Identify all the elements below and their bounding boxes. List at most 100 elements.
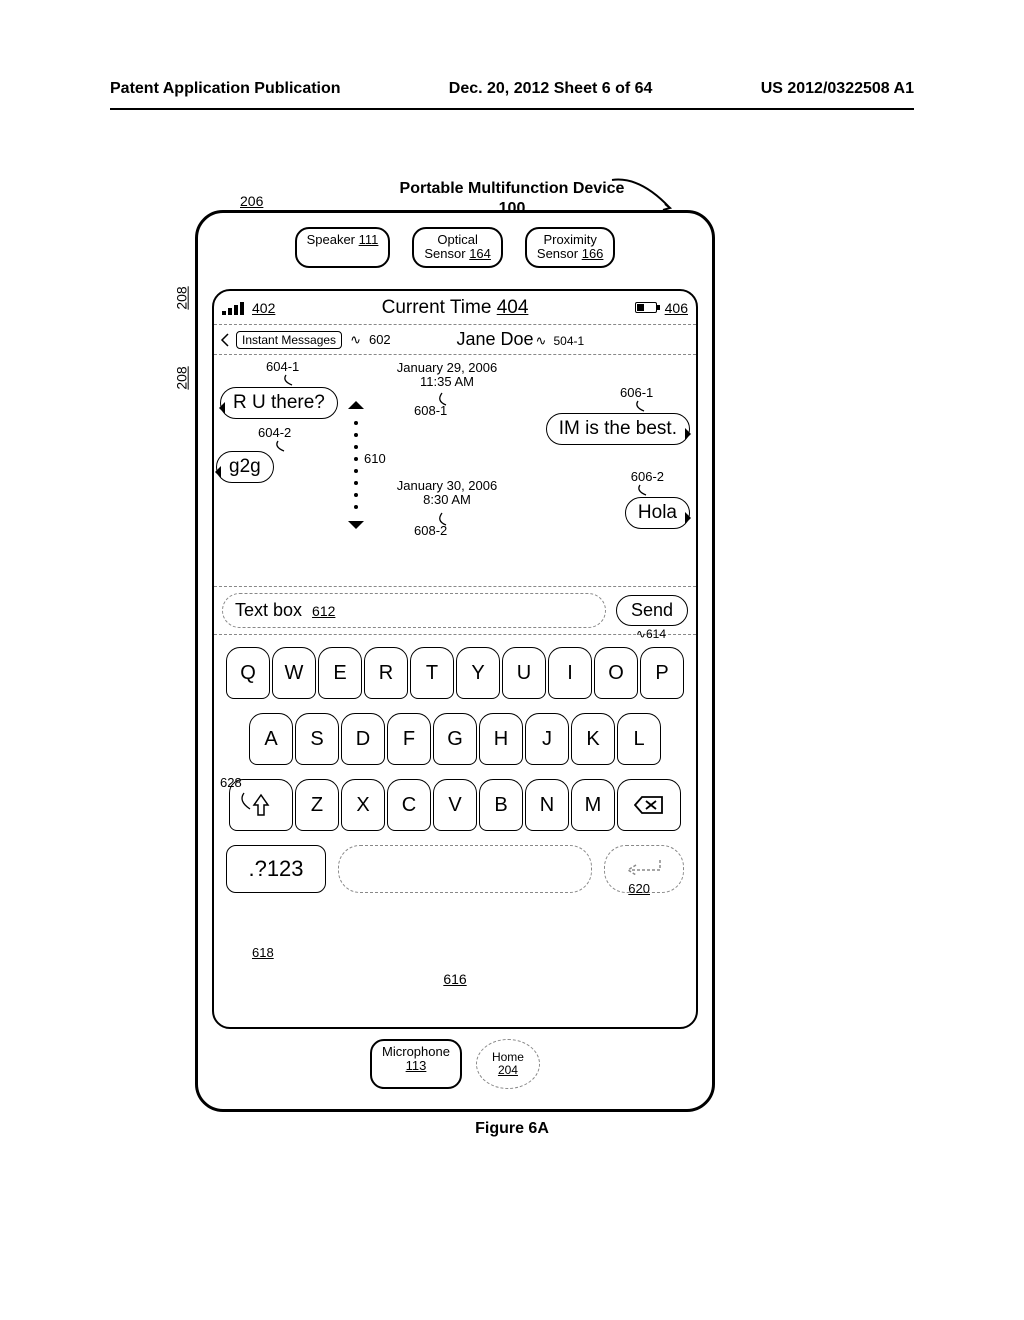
optical-label: OpticalSensor 164: [424, 232, 491, 261]
ref-618: 618: [252, 945, 274, 960]
key-m[interactable]: M: [571, 779, 615, 831]
microphone-ref: 113: [406, 1058, 427, 1073]
top-components: Speaker 111 OpticalSensor 164 ProximityS…: [198, 227, 712, 268]
squiggle-602: ∿: [350, 332, 361, 348]
ref-402: 402: [252, 300, 275, 316]
key-backspace[interactable]: [617, 779, 681, 831]
key-x[interactable]: X: [341, 779, 385, 831]
optical-sensor-pill: OpticalSensor 164: [412, 227, 503, 268]
key-c[interactable]: C: [387, 779, 431, 831]
key-u[interactable]: U: [502, 647, 546, 699]
conversation-view[interactable]: 604-1 R U there? 604-2 g2g January 29, 2…: [214, 355, 696, 587]
ref-610: 610: [364, 451, 386, 466]
lead-604-2: [274, 439, 288, 453]
arrow-down-icon: [348, 521, 364, 529]
key-r[interactable]: R: [364, 647, 408, 699]
key-h[interactable]: H: [479, 713, 523, 765]
battery-icon: [635, 302, 657, 313]
figure-caption: Figure 6A: [0, 1120, 1024, 1138]
proximity-sensor-pill: ProximitySensor 166: [525, 227, 616, 268]
key-mode-switch[interactable]: .?123: [226, 845, 326, 893]
lead-606-2: [636, 483, 650, 497]
key-y[interactable]: Y: [456, 647, 500, 699]
return-icon: [622, 856, 666, 882]
chevron-left-icon: [220, 333, 230, 347]
key-f[interactable]: F: [387, 713, 431, 765]
send-button[interactable]: Send: [616, 595, 688, 626]
keyboard-row-2: A S D F G H J K L: [218, 713, 692, 765]
keyboard: Q W E R T Y U I O P A S D F G H J K L: [214, 635, 696, 1031]
speaker-label: Speaker: [307, 232, 359, 247]
ref-406: 406: [665, 300, 688, 316]
current-time: Current Time 404: [283, 297, 626, 319]
scroll-dots: [354, 413, 358, 517]
ref-604-2: 604-2: [258, 425, 291, 440]
key-p[interactable]: P: [640, 647, 684, 699]
ref-208-top: 208: [174, 286, 190, 309]
timestamp-2: January 30, 2006 8:30 AM: [382, 479, 512, 508]
ref-206: 206: [240, 193, 263, 209]
ref-606-2: 606-2: [631, 469, 664, 484]
key-o[interactable]: O: [594, 647, 638, 699]
nav-bar: Instant Messages ∿ 602 Jane Doe∿ 504-1: [214, 325, 696, 355]
home-ref: 204: [498, 1064, 518, 1077]
key-n[interactable]: N: [525, 779, 569, 831]
touch-screen[interactable]: 402 Current Time 404 406 Instant Message…: [212, 289, 698, 1029]
message-bubble-outgoing-2[interactable]: Hola: [625, 497, 690, 529]
home-button[interactable]: Home 204: [476, 1039, 540, 1089]
lead-628: [238, 791, 252, 811]
message-bubble-outgoing-1[interactable]: IM is the best.: [546, 413, 690, 445]
key-v[interactable]: V: [433, 779, 477, 831]
key-s[interactable]: S: [295, 713, 339, 765]
timestamp-1: January 29, 2006 11:35 AM: [382, 361, 512, 390]
ref-612: 612: [312, 603, 335, 619]
key-a[interactable]: A: [249, 713, 293, 765]
key-k[interactable]: K: [571, 713, 615, 765]
key-t[interactable]: T: [410, 647, 454, 699]
key-l[interactable]: L: [617, 713, 661, 765]
page-header: Patent Application Publication Dec. 20, …: [110, 80, 914, 98]
speaker-pill: Speaker 111: [295, 227, 391, 268]
header-rule: [110, 108, 914, 110]
ref-606-1: 606-1: [620, 385, 653, 400]
key-z[interactable]: Z: [295, 779, 339, 831]
signal-icon: [222, 301, 244, 315]
backspace-icon: [634, 795, 664, 815]
key-e[interactable]: E: [318, 647, 362, 699]
lead-604-1: [282, 373, 296, 387]
proximity-label: ProximitySensor 166: [537, 232, 604, 261]
ref-628: 628: [220, 775, 242, 790]
ref-620: 620: [628, 881, 650, 896]
conversation-title: Jane Doe∿ 504-1: [397, 329, 644, 350]
keyboard-row-3: Z X C V B N M: [218, 779, 692, 831]
pub-date-sheet: Dec. 20, 2012 Sheet 6 of 64: [341, 80, 761, 98]
ref-208-bottom: 208: [174, 366, 190, 389]
key-j[interactable]: J: [525, 713, 569, 765]
keyboard-row-1: Q W E R T Y U I O P: [218, 647, 692, 699]
key-q[interactable]: Q: [226, 647, 270, 699]
speaker-ref: 111: [359, 232, 379, 247]
key-b[interactable]: B: [479, 779, 523, 831]
key-w[interactable]: W: [272, 647, 316, 699]
pub-number: US 2012/0322508 A1: [761, 80, 914, 98]
ref-604-1: 604-1: [266, 359, 299, 374]
status-bar: 402 Current Time 404 406: [214, 291, 696, 325]
key-d[interactable]: D: [341, 713, 385, 765]
message-bubble-incoming-2[interactable]: g2g: [216, 451, 274, 483]
key-space[interactable]: [338, 845, 592, 893]
microphone-pill: Microphone113: [370, 1039, 462, 1089]
message-bubble-incoming-1[interactable]: R U there?: [220, 387, 338, 419]
bottom-components: Microphone113 Home 204: [198, 1039, 712, 1089]
ref-616: 616: [214, 971, 696, 987]
ref-602: 602: [369, 332, 391, 347]
scroll-indicator[interactable]: [349, 401, 363, 529]
key-g[interactable]: G: [433, 713, 477, 765]
device-title: Portable Multifunction Device: [0, 180, 1024, 198]
arrow-up-icon: [348, 401, 364, 409]
text-input[interactable]: Text box 612: [222, 593, 606, 628]
back-button[interactable]: Instant Messages: [236, 331, 342, 349]
key-i[interactable]: I: [548, 647, 592, 699]
compose-bar: Text box 612 Send: [214, 587, 696, 635]
microphone-label: Microphone: [382, 1044, 450, 1059]
pub-label: Patent Application Publication: [110, 80, 341, 98]
